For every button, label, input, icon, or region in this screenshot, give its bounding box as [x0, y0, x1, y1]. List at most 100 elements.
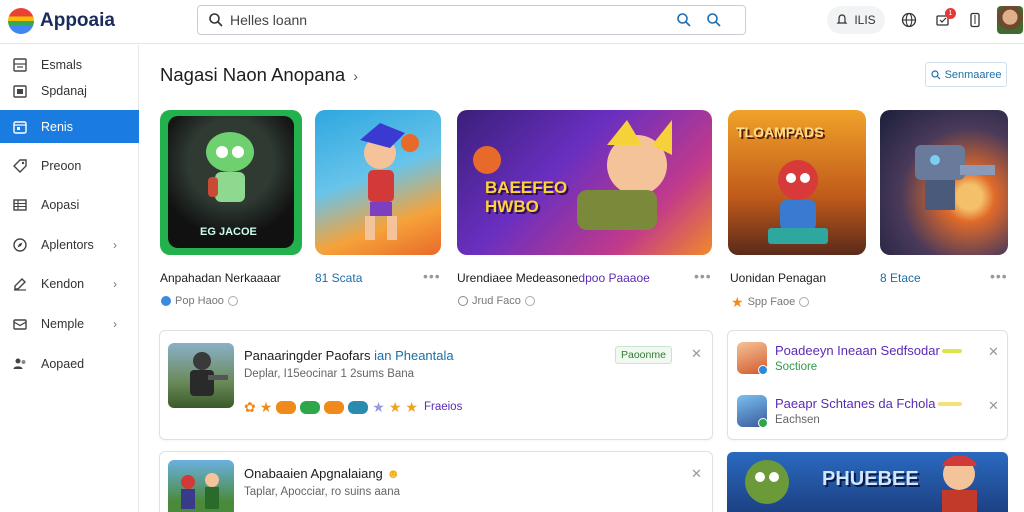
highlight-marker [938, 402, 962, 406]
notification-badge: 1 [945, 8, 956, 19]
tile-name[interactable]: Uonidan Penagan [730, 271, 826, 285]
sidebar-item-spdanaj[interactable]: Spdanaj [0, 74, 139, 107]
sidebar-item-label: Aopaed [41, 356, 85, 371]
card-subtitle: Eachsen [775, 414, 820, 426]
phone-icon [970, 12, 980, 28]
sidebar-item-renis[interactable]: Renis [0, 110, 139, 143]
rating-icon [161, 296, 171, 306]
sidebar-item-kendon[interactable]: Kendon › [0, 267, 139, 300]
sidebar-item-aopasi[interactable]: Aopasi [0, 188, 139, 221]
star-icon: ★ [372, 399, 385, 415]
tile-art-text: EG JACOE [200, 226, 257, 238]
app-tile-1[interactable]: EG JACOE [160, 110, 302, 255]
title-chevron-icon: › [353, 68, 358, 84]
account-pill[interactable]: ILIS [827, 6, 885, 34]
sidebar-item-label: Aplentors [41, 237, 94, 252]
manage-button[interactable]: Senmaaree [925, 62, 1007, 87]
app-thumbnail [168, 460, 234, 512]
device-button[interactable] [962, 6, 988, 34]
status-badge: Paoonme [615, 346, 672, 364]
close-icon[interactable]: ✕ [988, 344, 999, 360]
close-icon[interactable]: ✕ [988, 398, 999, 414]
card-title: Paeapr Schtanes da Fchola [775, 396, 936, 411]
chevron-right-icon: › [113, 316, 117, 331]
character-illustration [206, 132, 254, 202]
tile-meta: ★ Spp Faoe [731, 295, 810, 309]
list-icon [13, 198, 27, 211]
sidebar-item-nemple[interactable]: Nemple › [0, 307, 139, 340]
globe-icon [901, 12, 917, 28]
sidebar-item-aplentors[interactable]: Aplentors › [0, 228, 139, 261]
app-name: Appoaia [40, 10, 115, 31]
verified-icon [758, 365, 768, 375]
search-submit-icon[interactable] [676, 12, 692, 28]
app-card[interactable]: Onabaaien Apgnalaiang ☻ Taplar, Apocciar… [159, 451, 713, 512]
card-title: Panaaringder Paofars ian Pheantala [244, 348, 454, 363]
account-pill-label: ILIS [854, 13, 876, 27]
banner-title: PHUEBEE [822, 468, 919, 490]
tile-name[interactable]: Urendiaee Medeasonedpoo Paaaoe [457, 271, 650, 285]
sidebar-item-aopaed[interactable]: Aopaed [0, 347, 139, 380]
user-avatar[interactable] [997, 6, 1023, 34]
info-icon [799, 297, 810, 307]
star-icon: ★ [405, 399, 418, 415]
star-icon: ★ [388, 399, 402, 415]
sidebar-item-preoon[interactable]: Preoon [0, 149, 139, 182]
app-list-card: Poadeeyn Ineaan Sedfsodar Soctiore ✕ Pae… [727, 330, 1008, 440]
edit-icon [14, 277, 26, 291]
top-bar: Appoaia ILIS 1 [0, 0, 1024, 44]
card-subtitle: Taplar, Apocciar, ro suins aana [244, 486, 400, 498]
page-title: Nagasi Naon Anopana › [160, 64, 358, 85]
search-bar [197, 5, 746, 35]
info-icon [227, 296, 238, 306]
category-chip [276, 400, 297, 414]
soldier-illustration [190, 352, 228, 396]
sidebar-item-label: Esmals [41, 57, 82, 72]
app-card[interactable]: Panaaringder Paofars ian Pheantala Depla… [159, 330, 713, 440]
category-chip [348, 400, 369, 414]
app-tile-2[interactable] [315, 110, 441, 255]
more-options-icon[interactable]: ••• [423, 268, 441, 284]
calendar-icon [13, 84, 27, 98]
tile-name[interactable]: 81 Scata [315, 271, 362, 285]
emoji-icon: ☻ [386, 466, 401, 481]
search-input[interactable] [230, 12, 670, 28]
more-options-icon[interactable]: ••• [694, 268, 712, 284]
promo-banner[interactable]: PHUEBEE [727, 452, 1008, 512]
app-logo[interactable]: Appoaia [8, 8, 115, 34]
star-icon: ✿ [244, 399, 256, 415]
more-options-icon[interactable]: ••• [990, 268, 1008, 284]
logo-icon [8, 8, 34, 34]
category-chip [300, 400, 321, 414]
search-icon [930, 69, 940, 79]
sidebar-item-label: Spdanaj [41, 83, 87, 98]
apps-icon [13, 120, 27, 134]
people-icon [13, 358, 26, 369]
globe-button[interactable] [896, 6, 922, 34]
notifications-button[interactable]: 1 [930, 6, 956, 34]
app-tile-5[interactable] [880, 110, 1008, 255]
search-icon [209, 13, 223, 27]
tile-name[interactable]: Anpahadan Nerkaaaar [160, 271, 281, 285]
card-title: Poadeeyn Ineaan Sedfsodar [775, 343, 940, 358]
app-tile-4[interactable]: TLOAMPADS [728, 110, 866, 255]
grid-icon [13, 57, 27, 72]
sidebar-item-label: Nemple [41, 316, 85, 331]
rating-icon [458, 296, 468, 306]
close-icon[interactable]: ✕ [691, 346, 702, 362]
card-subtitle: Soctiore [775, 361, 818, 373]
search-filter-icon[interactable] [706, 12, 722, 28]
sidebar-item-label: Renis [41, 119, 73, 134]
sidebar-item-label: Kendon [41, 276, 85, 291]
tile-art-text: BAEEFEO HWBO [485, 178, 568, 216]
info-icon [524, 296, 535, 306]
category-chip [324, 400, 345, 414]
app-tile-3[interactable]: BAEEFEO HWBO [457, 110, 712, 255]
tile-art-text: TLOAMPADS [736, 124, 824, 140]
tag-icon [13, 158, 27, 173]
tile-name[interactable]: 8 Etace [880, 271, 921, 285]
highlight-marker [942, 349, 962, 353]
close-icon[interactable]: ✕ [691, 466, 702, 482]
character-illustration [360, 123, 419, 240]
verified-icon [758, 418, 768, 428]
